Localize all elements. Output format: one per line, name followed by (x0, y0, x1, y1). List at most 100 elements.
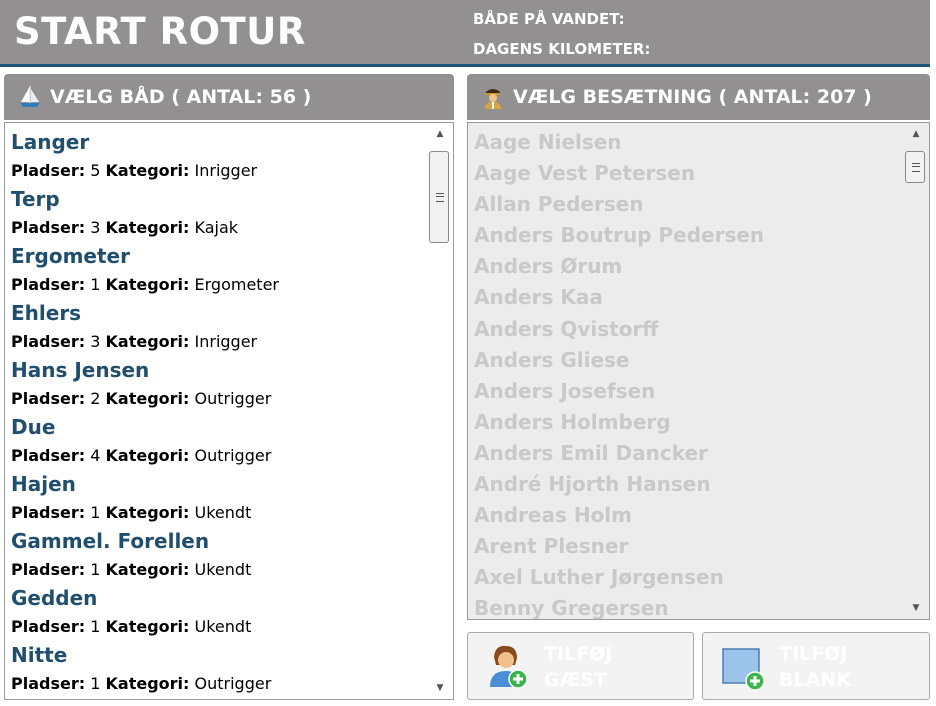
scroll-down-arrow-icon[interactable]: ▼ (427, 679, 453, 697)
boat-details: Pladser: 1 Kategori: Ukendt (5, 499, 425, 526)
boat-details: Pladser: 1 Kategori: Ergometer (5, 271, 425, 298)
places-value: 3 (90, 218, 101, 237)
scroll-thumb[interactable] (905, 151, 925, 183)
places-value: 1 (90, 275, 101, 294)
list-item[interactable]: Allan Pedersen (468, 189, 898, 220)
boat-name: Gedden (11, 586, 98, 610)
add-blank-button[interactable]: TILFØJ BLANK (702, 632, 930, 700)
list-item[interactable]: Hajen Pladser: 1 Kategori: Ukendt (5, 469, 425, 526)
scroll-up-arrow-icon[interactable]: ▲ (427, 125, 453, 143)
list-item[interactable]: Ehlers Pladser: 3 Kategori: Inrigger (5, 298, 425, 355)
category-value: Inrigger (194, 161, 258, 180)
crew-panel-title: VÆLG BESÆTNING ( ANTAL: 207 ) (513, 86, 872, 108)
list-item[interactable]: Anders Josefsen (468, 376, 898, 407)
list-item[interactable]: Anders Emil Dancker (468, 438, 898, 469)
list-item[interactable]: Anders Qvistorff (468, 314, 898, 345)
category-value: Ukendt (194, 503, 252, 522)
places-value: 1 (90, 617, 101, 636)
list-item[interactable]: Aage Vest Petersen (468, 158, 898, 189)
captain-icon (481, 85, 505, 109)
add-blank-label-line2: BLANK (779, 669, 851, 691)
add-blank-label-line1: TILFØJ (779, 643, 848, 665)
places-label: Pladser: (11, 560, 86, 579)
category-value: Outrigger (194, 446, 272, 465)
list-item[interactable]: Axel Luther Jørgensen (468, 562, 898, 593)
list-item[interactable]: Andreas Holm (468, 500, 898, 531)
crew-list-scrollbar[interactable]: ▲ ▼ (903, 123, 929, 619)
list-item[interactable]: Anders Gliese (468, 345, 898, 376)
sailboat-icon (18, 85, 42, 109)
places-label: Pladser: (11, 674, 86, 693)
boat-name: Langer (11, 130, 90, 154)
category-value: Outrigger (194, 389, 272, 408)
scroll-down-arrow-icon[interactable]: ▼ (903, 599, 929, 617)
boat-name: Hans Jensen (11, 358, 150, 382)
category-label: Kategori: (105, 674, 190, 693)
list-item[interactable]: Langer Pladser: 5 Kategori: Inrigger (5, 127, 425, 184)
places-value: 1 (90, 560, 101, 579)
places-value: 1 (90, 503, 101, 522)
boat-details: Pladser: 3 Kategori: Kajak (5, 214, 425, 241)
list-item[interactable]: Due Pladser: 4 Kategori: Outrigger (5, 412, 425, 469)
list-item[interactable]: Anders Kaa (468, 282, 898, 313)
daily-kilometers-label: DAGENS KILOMETER: (473, 40, 651, 58)
places-value: 3 (90, 332, 101, 351)
category-label: Kategori: (105, 617, 190, 636)
list-item[interactable]: Gammel. Forellen Pladser: 1 Kategori: Uke… (5, 526, 425, 583)
boat-details: Pladser: 5 Kategori: Inrigger (5, 157, 425, 184)
boat-name: Ergometer (11, 244, 130, 268)
add-guest-label-line2: GÆST (544, 669, 607, 691)
list-item[interactable]: Anders Holmberg (468, 407, 898, 438)
boat-name: Hajen (11, 472, 76, 496)
add-guest-label-line1: TILFØJ (544, 643, 613, 665)
list-item[interactable]: Terp Pladser: 3 Kategori: Kajak (5, 184, 425, 241)
boat-list[interactable]: Langer Pladser: 5 Kategori: Inrigger Terp P… (4, 122, 454, 700)
boat-list-scrollbar[interactable]: ▲ ▼ (427, 123, 453, 699)
page-title: START ROTUR (14, 10, 306, 53)
boat-details: Pladser: 2 Kategori: Outrigger (5, 385, 425, 412)
boats-panel-header: VÆLG BÅD ( ANTAL: 56 ) (4, 74, 454, 120)
places-label: Pladser: (11, 389, 86, 408)
boat-name: Nitte (11, 643, 68, 667)
list-item[interactable]: André Hjorth Hansen (468, 469, 898, 500)
list-item[interactable]: Ergometer Pladser: 1 Kategori: Ergometer (5, 241, 425, 298)
places-label: Pladser: (11, 503, 86, 522)
boats-on-water-label: BÅDE PÅ VANDET: (473, 10, 625, 28)
list-item[interactable]: Anders Boutrup Pedersen (468, 220, 898, 251)
places-value: 1 (90, 674, 101, 693)
boat-details: Pladser: 4 Kategori: Outrigger (5, 442, 425, 469)
places-value: 5 (90, 161, 101, 180)
boat-details: Pladser: 1 Kategori: Outrigger (5, 670, 425, 697)
places-label: Pladser: (11, 275, 86, 294)
places-label: Pladser: (11, 617, 86, 636)
app-header: START ROTUR BÅDE PÅ VANDET: DAGENS KILOM… (0, 0, 930, 67)
list-item[interactable]: Anders Ørum (468, 251, 898, 282)
crew-list[interactable]: Aage Nielsen Aage Vest Petersen Allan Pede… (467, 122, 930, 620)
scroll-up-arrow-icon[interactable]: ▲ (903, 125, 929, 143)
category-label: Kategori: (105, 503, 190, 522)
boat-details: Pladser: 1 Kategori: Ukendt (5, 613, 425, 640)
category-value: Inrigger (194, 332, 258, 351)
places-value: 4 (90, 446, 101, 465)
category-label: Kategori: (105, 389, 190, 408)
list-item[interactable]: Aage Nielsen (468, 127, 898, 158)
boat-name: Due (11, 415, 56, 439)
boat-name: Terp (11, 187, 60, 211)
scroll-thumb[interactable] (429, 151, 449, 243)
boats-panel-title: VÆLG BÅD ( ANTAL: 56 ) (50, 86, 312, 108)
list-item[interactable]: Arent Plesner (468, 531, 898, 562)
category-label: Kategori: (105, 218, 190, 237)
places-label: Pladser: (11, 332, 86, 351)
category-value: Kajak (194, 218, 239, 237)
category-label: Kategori: (105, 161, 190, 180)
crew-panel-header: VÆLG BESÆTNING ( ANTAL: 207 ) (467, 74, 930, 120)
places-label: Pladser: (11, 218, 86, 237)
list-item[interactable]: Hans Jensen Pladser: 2 Kategori: Outrigge… (5, 355, 425, 412)
list-item[interactable]: Nitte Pladser: 1 Kategori: Outrigger (5, 640, 425, 697)
places-value: 2 (90, 389, 101, 408)
category-value: Ukendt (194, 560, 252, 579)
list-item[interactable]: Benny Gregersen (468, 593, 898, 619)
places-label: Pladser: (11, 161, 86, 180)
add-guest-button[interactable]: TILFØJ GÆST (467, 632, 694, 700)
list-item[interactable]: Gedden Pladser: 1 Kategori: Ukendt (5, 583, 425, 640)
